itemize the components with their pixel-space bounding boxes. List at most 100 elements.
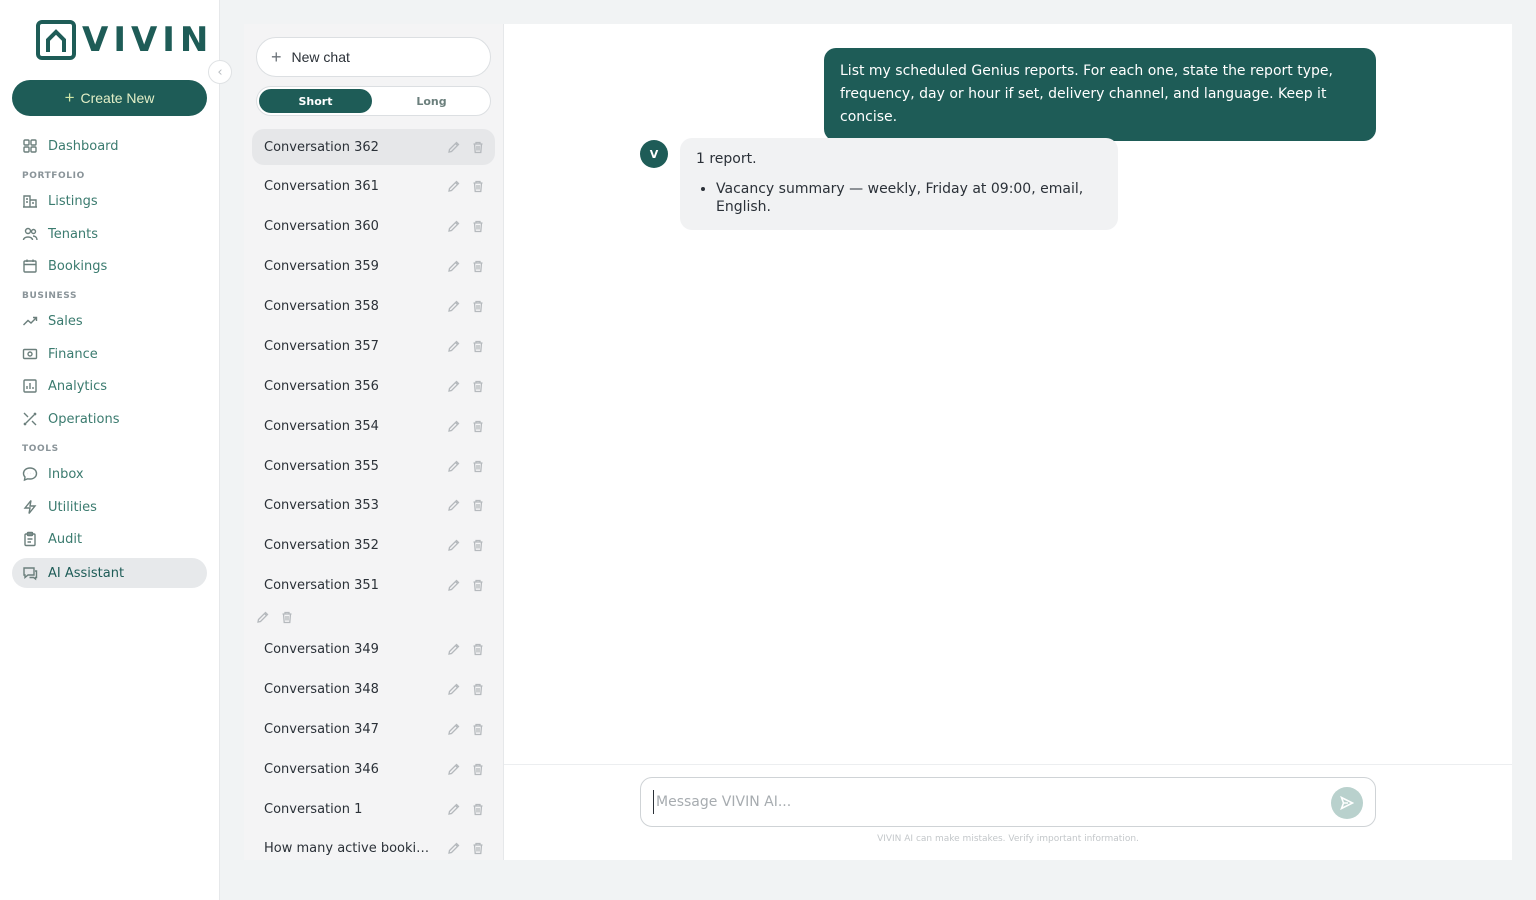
pencil-icon[interactable]	[447, 419, 461, 433]
pencil-icon[interactable]	[447, 459, 461, 473]
send-button[interactable]	[1331, 787, 1363, 819]
new-chat-button[interactable]: + New chat	[256, 37, 491, 77]
conversation-item[interactable]: Conversation 1	[252, 791, 495, 827]
nav-item-dashboard[interactable]: Dashboard	[12, 131, 207, 161]
conversation-item[interactable]: Conversation 348	[252, 671, 495, 707]
trash-icon[interactable]	[471, 179, 485, 193]
conversation-actions	[447, 830, 485, 860]
new-chat-label: New chat	[291, 49, 350, 65]
nav-item-operations[interactable]: Operations	[12, 404, 207, 434]
conversation-item[interactable]: Conversation 347	[252, 711, 495, 747]
nav-item-audit[interactable]: Audit	[12, 524, 207, 554]
trash-icon[interactable]	[471, 219, 485, 233]
nav-item-bookings[interactable]: Bookings	[12, 251, 207, 281]
pencil-icon[interactable]	[447, 841, 461, 855]
pencil-icon[interactable]	[447, 642, 461, 656]
trash-icon[interactable]	[471, 841, 485, 855]
nav-item-utilities[interactable]: Utilities	[12, 492, 207, 522]
nav-item-label: Bookings	[48, 258, 108, 274]
nav-item-label: Finance	[48, 346, 98, 362]
conversation-item[interactable]: Conversation 349	[252, 631, 495, 667]
nav-item-sales[interactable]: Sales	[12, 306, 207, 336]
trash-icon[interactable]	[471, 538, 485, 552]
toggle-short[interactable]: Short	[259, 89, 372, 113]
trash-icon[interactable]	[471, 682, 485, 696]
conversation-item[interactable]: Conversation 358	[252, 288, 495, 324]
nav-item-tenants[interactable]: Tenants	[12, 219, 207, 249]
pencil-icon[interactable]	[256, 610, 270, 624]
conversation-actions	[447, 168, 485, 204]
pencil-icon[interactable]	[447, 140, 461, 154]
trash-icon[interactable]	[471, 498, 485, 512]
assistant-message: 1 report. Vacancy summary — weekly, Frid…	[680, 138, 1118, 230]
conversation-item[interactable]: Conversation 346	[252, 751, 495, 787]
pencil-icon[interactable]	[447, 578, 461, 592]
trash-icon[interactable]	[471, 140, 485, 154]
plus-icon: +	[64, 88, 75, 107]
toggle-long[interactable]: Long	[375, 89, 488, 113]
nav-item-ai-assistant[interactable]: AI Assistant	[12, 558, 207, 588]
conversation-title: Conversation 355	[264, 458, 379, 474]
nav-item-label: Tenants	[48, 226, 99, 242]
conversation-item[interactable]: Conversation 361	[252, 168, 495, 204]
pencil-icon[interactable]	[447, 762, 461, 776]
conversation-item[interactable]: How many active booking...	[252, 830, 495, 860]
nav-item-finance[interactable]: Finance	[12, 339, 207, 369]
trash-icon[interactable]	[471, 642, 485, 656]
users-icon	[22, 227, 38, 241]
message-input[interactable]	[653, 790, 1313, 814]
collapse-sidebar-button[interactable]: ‹	[208, 60, 232, 84]
nav-item-inbox[interactable]: Inbox	[12, 459, 207, 489]
trash-icon[interactable]	[471, 299, 485, 313]
trash-icon[interactable]	[471, 379, 485, 393]
nav-item-label: Dashboard	[48, 138, 119, 154]
conversation-actions	[447, 487, 485, 523]
trash-icon[interactable]	[471, 459, 485, 473]
pencil-icon[interactable]	[447, 339, 461, 353]
pencil-icon[interactable]	[447, 379, 461, 393]
clipboard-icon	[24, 531, 36, 547]
assistant-bullet: Vacancy summary — weekly, Friday at 09:0…	[716, 180, 1102, 216]
nav-item-listings[interactable]: Listings	[12, 186, 207, 216]
logo[interactable]: VIVIN	[36, 20, 213, 60]
pencil-icon[interactable]	[447, 259, 461, 273]
conversation-item[interactable]: Conversation 359	[252, 248, 495, 284]
conversation-actions	[447, 208, 485, 244]
conversation-item[interactable]: Conversation 351	[252, 567, 495, 603]
pencil-icon[interactable]	[447, 682, 461, 696]
trash-icon[interactable]	[471, 419, 485, 433]
create-new-button[interactable]: + Create New	[12, 80, 207, 116]
nav-item-label: Sales	[48, 313, 83, 329]
pencil-icon[interactable]	[447, 219, 461, 233]
trash-icon[interactable]	[471, 722, 485, 736]
pencil-icon[interactable]	[447, 722, 461, 736]
trash-icon[interactable]	[471, 578, 485, 592]
trash-icon[interactable]	[471, 259, 485, 273]
trash-icon[interactable]	[471, 762, 485, 776]
trash-icon[interactable]	[471, 802, 485, 816]
trash-icon[interactable]	[471, 339, 485, 353]
conversation-item[interactable]: Conversation 360	[252, 208, 495, 244]
conversation-actions	[447, 711, 485, 747]
pencil-icon[interactable]	[447, 179, 461, 193]
conversation-actions	[447, 129, 485, 165]
nav-item-analytics[interactable]: Analytics	[12, 371, 207, 401]
pencil-icon[interactable]	[447, 299, 461, 313]
pencil-icon[interactable]	[447, 498, 461, 512]
conversation-item[interactable]: Conversation 355	[252, 448, 495, 484]
conversation-item[interactable]: Conversation 353	[252, 487, 495, 523]
pencil-icon[interactable]	[447, 538, 461, 552]
conversation-title: Conversation 356	[264, 378, 379, 394]
conversation-actions	[447, 448, 485, 484]
trash-icon[interactable]	[280, 610, 294, 624]
conversation-item[interactable]: Conversation 362	[252, 129, 495, 165]
conversation-title: How many active booking...	[264, 840, 434, 856]
money-icon	[22, 348, 38, 360]
conversation-item[interactable]: Conversation 354	[252, 408, 495, 444]
pencil-icon[interactable]	[447, 802, 461, 816]
conversation-item[interactable]: Conversation 357	[252, 328, 495, 364]
conversation-title: Conversation 359	[264, 258, 379, 274]
conversation-item[interactable]: Conversation 356	[252, 368, 495, 404]
conversation-item[interactable]: Conversation 352	[252, 527, 495, 563]
chat-area: List my scheduled Genius reports. For ea…	[504, 24, 1512, 860]
